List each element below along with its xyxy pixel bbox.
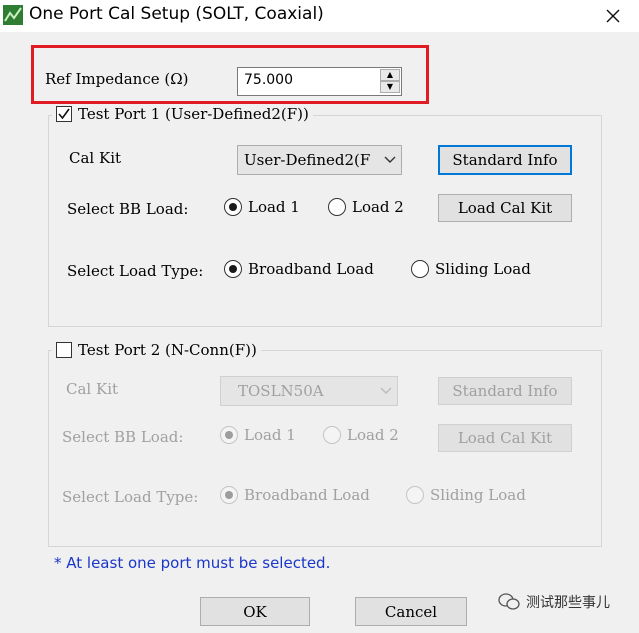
port2-sliding-radio[interactable]: Sliding Load xyxy=(406,486,526,504)
port1-broadband-label: Broadband Load xyxy=(248,260,374,278)
port1-cal-kit-label: Cal Kit xyxy=(69,149,122,167)
port2-load2-label: Load 2 xyxy=(347,426,399,444)
port1-load1-radio[interactable]: Load 1 xyxy=(224,198,300,216)
port1-load2-label: Load 2 xyxy=(352,198,404,216)
ok-button[interactable]: OK xyxy=(200,597,310,626)
port2-cal-kit-label: Cal Kit xyxy=(66,380,119,398)
port1-load2-radio[interactable]: Load 2 xyxy=(328,198,404,216)
port2-checkbox[interactable] xyxy=(56,342,72,358)
port1-load-type-label: Select Load Type: xyxy=(67,262,204,280)
triangle-down-icon: ▼ xyxy=(386,82,394,91)
port2-cal-kit-value: TOSLN50A xyxy=(238,382,324,400)
close-button[interactable] xyxy=(601,4,625,28)
port1-legend-label: Test Port 1 (User-Defined2(F)) xyxy=(78,105,309,123)
triangle-up-icon: ▲ xyxy=(386,70,394,79)
radio-unselected-icon xyxy=(328,198,346,216)
window-title: One Port Cal Setup (SOLT, Coaxial) xyxy=(29,4,324,24)
port2-sliding-label: Sliding Load xyxy=(430,486,526,504)
port2-bb-load-label: Select BB Load: xyxy=(62,428,184,446)
app-icon xyxy=(3,5,23,25)
radio-unselected-icon xyxy=(323,426,341,444)
port1-standard-info-button[interactable]: Standard Info xyxy=(438,145,572,175)
radio-selected-icon xyxy=(220,486,238,504)
port2-cal-kit-select[interactable]: TOSLN50A xyxy=(220,376,398,406)
cancel-button[interactable]: Cancel xyxy=(355,597,467,626)
radio-selected-icon xyxy=(220,426,238,444)
ref-impedance-label: Ref Impedance (Ω) xyxy=(45,70,189,88)
port1-sliding-label: Sliding Load xyxy=(435,260,531,278)
ref-impedance-value[interactable]: 75.000 xyxy=(244,72,293,88)
watermark: 测试那些事儿 xyxy=(498,592,610,612)
port1-bb-load-label: Select BB Load: xyxy=(67,200,189,218)
port1-load1-label: Load 1 xyxy=(248,198,300,216)
radio-unselected-icon xyxy=(411,260,429,278)
spin-up-button[interactable]: ▲ xyxy=(380,69,400,81)
port2-legend: Test Port 2 (N-Conn(F)) xyxy=(52,341,261,359)
port2-load1-radio[interactable]: Load 1 xyxy=(220,426,296,444)
port1-sliding-radio[interactable]: Sliding Load xyxy=(411,260,531,278)
port2-broadband-radio[interactable]: Broadband Load xyxy=(220,486,370,504)
radio-selected-icon xyxy=(224,260,242,278)
port1-checkbox[interactable] xyxy=(56,106,72,122)
port1-cal-kit-select[interactable]: User-Defined2(F xyxy=(237,145,402,175)
port2-load2-radio[interactable]: Load 2 xyxy=(323,426,399,444)
wechat-icon xyxy=(498,593,520,610)
chevron-down-icon xyxy=(384,156,396,163)
title-bar: One Port Cal Setup (SOLT, Coaxial) xyxy=(0,0,639,32)
port1-load-cal-kit-button[interactable]: Load Cal Kit xyxy=(438,194,572,222)
radio-unselected-icon xyxy=(406,486,424,504)
port2-load-cal-kit-button[interactable]: Load Cal Kit xyxy=(438,424,572,452)
watermark-text: 测试那些事儿 xyxy=(526,595,610,611)
port2-load1-label: Load 1 xyxy=(244,426,296,444)
close-icon xyxy=(606,9,620,23)
port1-cal-kit-value: User-Defined2(F xyxy=(244,151,371,169)
port2-standard-info-button[interactable]: Standard Info xyxy=(438,377,572,405)
selection-note: * At least one port must be selected. xyxy=(54,554,331,572)
port1-broadband-radio[interactable]: Broadband Load xyxy=(224,260,374,278)
ref-impedance-spinbox[interactable]: 75.000 ▲ ▼ xyxy=(237,67,402,96)
port2-load-type-label: Select Load Type: xyxy=(62,488,199,506)
port1-legend: Test Port 1 (User-Defined2(F)) xyxy=(52,105,313,123)
port2-legend-label: Test Port 2 (N-Conn(F)) xyxy=(78,341,257,359)
port2-broadband-label: Broadband Load xyxy=(244,486,370,504)
checkmark-icon xyxy=(58,108,70,120)
chevron-down-icon xyxy=(380,387,392,394)
radio-selected-icon xyxy=(224,198,242,216)
spin-down-button[interactable]: ▼ xyxy=(380,81,400,93)
